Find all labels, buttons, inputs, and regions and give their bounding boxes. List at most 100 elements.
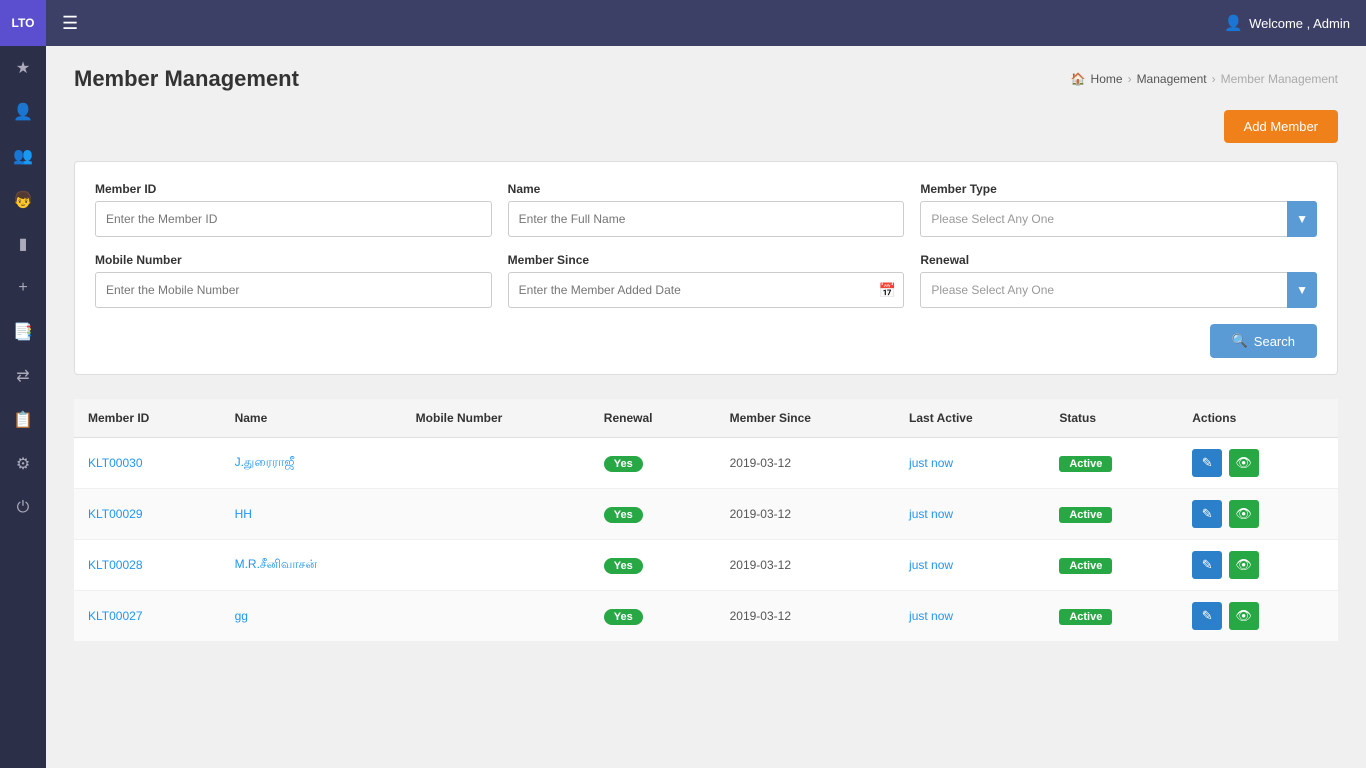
sidebar-item-users[interactable]: 👤 (0, 90, 46, 134)
cell-renewal: Yes (590, 438, 716, 489)
cell-last-active: just now (895, 489, 1045, 540)
last-active-link[interactable]: just now (909, 558, 953, 572)
cell-mobile (402, 540, 590, 591)
last-active-link[interactable]: just now (909, 507, 953, 521)
add-member-button[interactable]: Add Member (1224, 110, 1338, 143)
col-status: Status (1045, 399, 1178, 438)
status-badge: Active (1059, 558, 1112, 574)
sidebar-item-notes[interactable]: 📋 (0, 398, 46, 442)
member-name-link[interactable]: J.துரைராஜீ (235, 455, 295, 469)
form-group-renewal: Renewal Please Select Any One ▼ (920, 253, 1317, 308)
cell-name: HH (221, 489, 402, 540)
form-group-member-since: Member Since 📅 (508, 253, 905, 308)
cell-last-active: just now (895, 438, 1045, 489)
sidebar-item-transfer[interactable]: ⇄ (0, 354, 46, 398)
status-badge: Active (1059, 456, 1112, 472)
member-type-select[interactable]: Please Select Any One (920, 201, 1317, 237)
edit-button[interactable]: ✎ (1192, 500, 1222, 528)
breadcrumb-management[interactable]: Management (1137, 72, 1207, 86)
menu-toggle-icon[interactable]: ☰ (62, 13, 78, 34)
search-button[interactable]: 🔍 Search (1210, 324, 1317, 358)
cell-member-id: KLT00030 (74, 438, 221, 489)
cell-actions: ✎ 👁 (1178, 489, 1338, 540)
breadcrumb-sep-1: › (1128, 72, 1132, 86)
cell-status: Active (1045, 540, 1178, 591)
view-button[interactable]: 👁 (1229, 449, 1259, 477)
sidebar-item-reports[interactable]: 📑 (0, 310, 46, 354)
breadcrumb-sep-2: › (1212, 72, 1216, 86)
search-btn-row: 🔍 Search (95, 324, 1317, 358)
sidebar-item-add-member[interactable]: + (0, 266, 46, 310)
edit-button[interactable]: ✎ (1192, 449, 1222, 477)
member-id-link[interactable]: KLT00029 (88, 507, 143, 521)
sidebar-item-cards[interactable]: ▮ (0, 222, 46, 266)
breadcrumb-home[interactable]: Home (1091, 72, 1123, 86)
col-last-active: Last Active (895, 399, 1045, 438)
view-button[interactable]: 👁 (1229, 602, 1259, 630)
sidebar-item-groups[interactable]: 👦 (0, 178, 46, 222)
name-label: Name (508, 182, 905, 196)
table-row: KLT00027 gg Yes 2019-03-12 just now Acti… (74, 591, 1338, 642)
cell-name: gg (221, 591, 402, 642)
cell-mobile (402, 591, 590, 642)
form-row-2: Mobile Number Member Since 📅 Renewal Ple… (95, 253, 1317, 308)
view-button[interactable]: 👁 (1229, 551, 1259, 579)
topbar: ☰ 👤 Welcome , Admin (46, 0, 1366, 46)
mobile-input[interactable] (95, 272, 492, 308)
search-panel: Member ID Name Member Type Please Select… (74, 161, 1338, 375)
name-input[interactable] (508, 201, 905, 237)
member-id-input[interactable] (95, 201, 492, 237)
edit-button[interactable]: ✎ (1192, 551, 1222, 579)
last-active-link[interactable]: just now (909, 456, 953, 470)
member-name-link[interactable]: M.R.சீனிவாசன் (235, 557, 317, 571)
members-table: Member ID Name Mobile Number Renewal Mem… (74, 399, 1338, 642)
content-area: Member Management 🏠 Home › Management › … (46, 46, 1366, 768)
cell-name: J.துரைராஜீ (221, 438, 402, 489)
form-group-member-id: Member ID (95, 182, 492, 237)
form-group-member-type: Member Type Please Select Any One ▼ (920, 182, 1317, 237)
renewal-label: Renewal (920, 253, 1317, 267)
renewal-select[interactable]: Please Select Any One (920, 272, 1317, 308)
cell-renewal: Yes (590, 489, 716, 540)
member-since-input-wrap: 📅 (508, 272, 905, 308)
user-avatar-icon: 👤 (1224, 14, 1243, 32)
cell-member-since: 2019-03-12 (716, 540, 895, 591)
sidebar-item-members[interactable]: 👥 (0, 134, 46, 178)
view-button[interactable]: 👁 (1229, 500, 1259, 528)
sidebar-item-settings[interactable]: ⚙ (0, 442, 46, 486)
col-actions: Actions (1178, 399, 1338, 438)
member-name-link[interactable]: gg (235, 609, 248, 623)
member-id-link[interactable]: KLT00028 (88, 558, 143, 572)
cell-member-since: 2019-03-12 (716, 489, 895, 540)
sidebar-logo[interactable]: LTO (0, 0, 46, 46)
member-since-label: Member Since (508, 253, 905, 267)
page-header: Member Management 🏠 Home › Management › … (74, 66, 1338, 92)
table-row: KLT00029 HH Yes 2019-03-12 just now Acti… (74, 489, 1338, 540)
table-row: KLT00030 J.துரைராஜீ Yes 2019-03-12 just … (74, 438, 1338, 489)
breadcrumb-home-icon: 🏠 (1071, 72, 1086, 86)
table-row: KLT00028 M.R.சீனிவாசன் Yes 2019-03-12 ju… (74, 540, 1338, 591)
sidebar-item-dashboard[interactable]: ★ (0, 46, 46, 90)
cell-mobile (402, 489, 590, 540)
form-group-mobile: Mobile Number (95, 253, 492, 308)
cell-actions: ✎ 👁 (1178, 540, 1338, 591)
member-id-link[interactable]: KLT00030 (88, 456, 143, 470)
sidebar-item-logout[interactable]: ⏻ (0, 486, 46, 530)
cell-status: Active (1045, 489, 1178, 540)
col-member-since: Member Since (716, 399, 895, 438)
mobile-label: Mobile Number (95, 253, 492, 267)
member-name-link[interactable]: HH (235, 507, 252, 521)
form-group-name: Name (508, 182, 905, 237)
member-id-link[interactable]: KLT00027 (88, 609, 143, 623)
status-badge: Active (1059, 507, 1112, 523)
edit-button[interactable]: ✎ (1192, 602, 1222, 630)
member-since-input[interactable] (508, 272, 905, 308)
cell-member-since: 2019-03-12 (716, 591, 895, 642)
cell-member-id: KLT00029 (74, 489, 221, 540)
breadcrumb-current: Member Management (1221, 72, 1338, 86)
member-type-label: Member Type (920, 182, 1317, 196)
topbar-right: 👤 Welcome , Admin (1224, 14, 1350, 32)
breadcrumb: 🏠 Home › Management › Member Management (1071, 72, 1338, 86)
last-active-link[interactable]: just now (909, 609, 953, 623)
search-icon: 🔍 (1232, 333, 1248, 349)
